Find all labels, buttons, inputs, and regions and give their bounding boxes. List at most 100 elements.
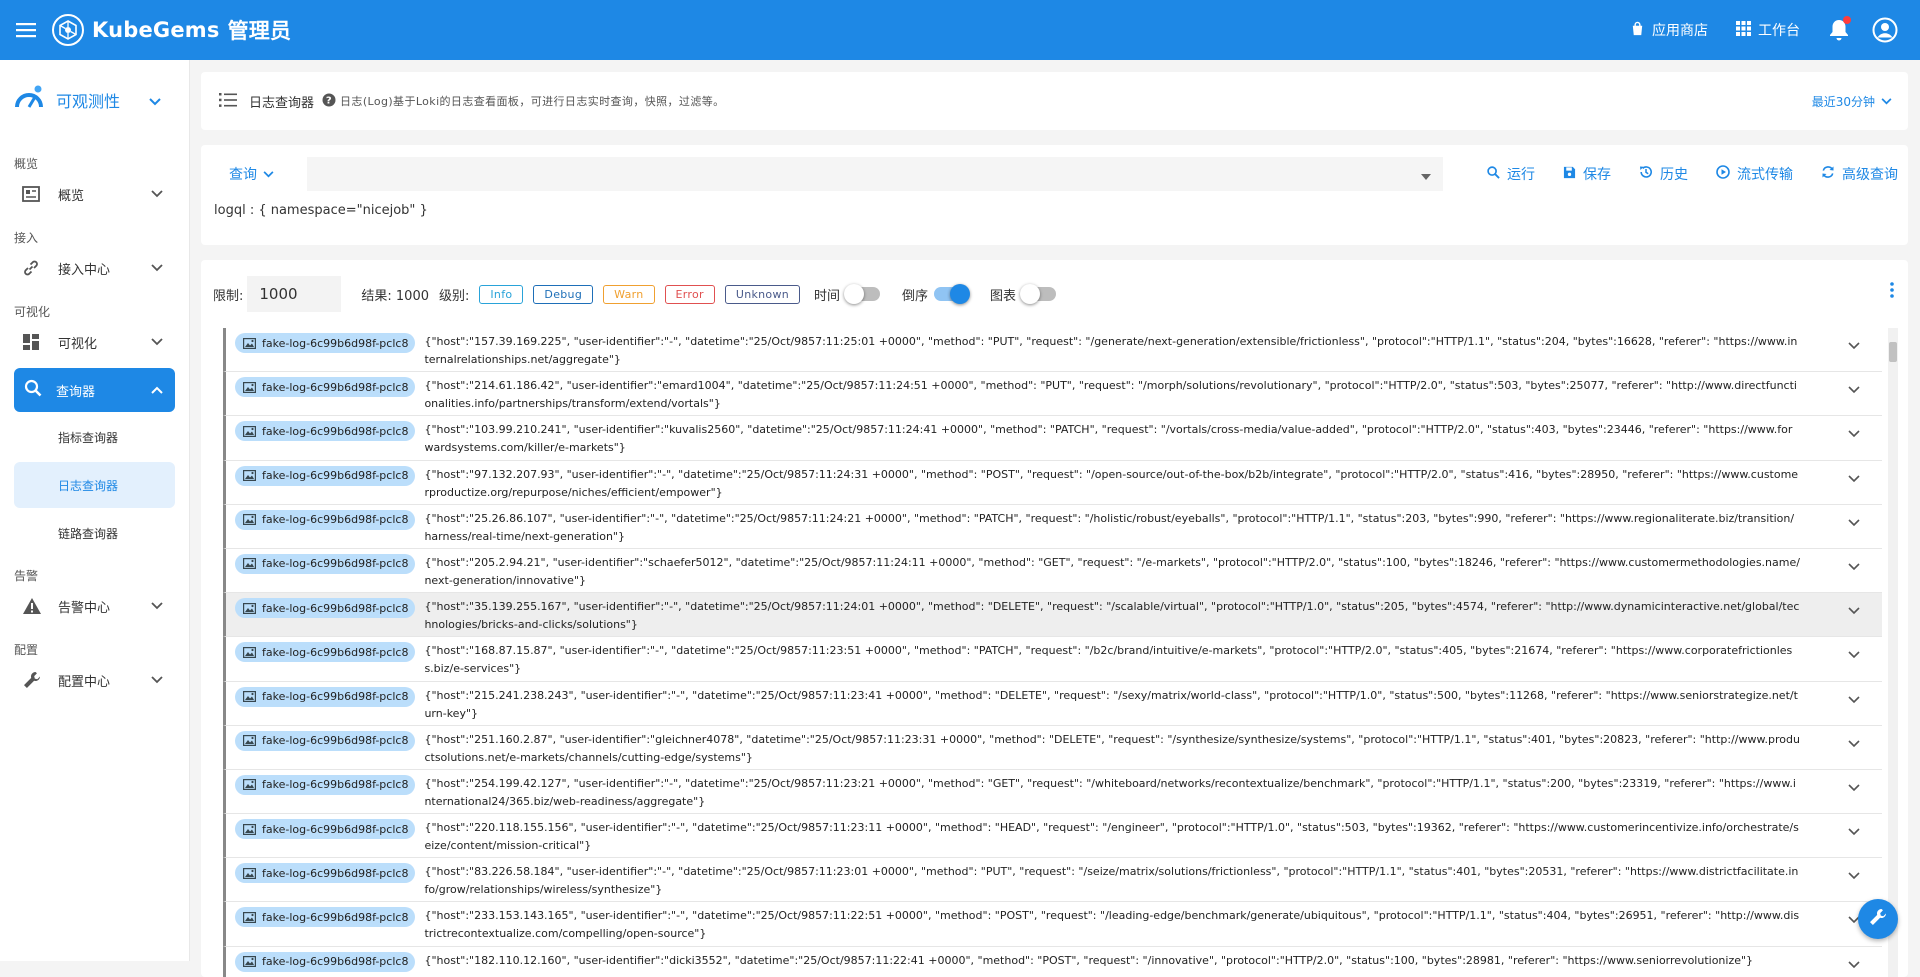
sidebar-item-access-center[interactable]: 接入中心	[0, 248, 189, 288]
level-tag-info[interactable]: Info	[479, 284, 524, 304]
sidebar-item-metric-query[interactable]: 指标查询器	[0, 412, 189, 462]
dropdown-arrow-icon[interactable]	[1421, 165, 1431, 184]
chevron-down-icon[interactable]	[1848, 695, 1860, 704]
log-row[interactable]: fake-log-6c99b6d98f-pclc8 {"host":"35.139…	[223, 593, 1882, 638]
log-row[interactable]: fake-log-6c99b6d98f-pclc8 {"host":"157.39…	[223, 328, 1882, 373]
pod-chip[interactable]: fake-log-6c99b6d98f-pclc8	[235, 907, 416, 928]
level-tag-debug[interactable]: Debug	[533, 284, 594, 304]
chevron-down-icon[interactable]	[1848, 474, 1860, 483]
chevron-down-icon	[149, 91, 161, 110]
chevron-down-icon[interactable]	[1848, 651, 1860, 659]
result-count: 结果: 1000	[361, 288, 429, 304]
chevron-down-icon	[151, 190, 163, 198]
sidebar-group-query[interactable]: 查询器	[14, 368, 175, 412]
list-icon	[219, 92, 237, 111]
pod-chip[interactable]: fake-log-6c99b6d98f-pclc8	[235, 642, 416, 663]
log-row[interactable]: fake-log-6c99b6d98f-pclc8 {"host":"233.15…	[223, 902, 1882, 947]
time-toggle[interactable]	[844, 284, 881, 304]
log-row[interactable]: fake-log-6c99b6d98f-pclc8 {"host":"215.24…	[223, 681, 1882, 726]
time-range-selector[interactable]: 最近30分钟	[1812, 93, 1892, 110]
pod-chip[interactable]: fake-log-6c99b6d98f-pclc8	[235, 686, 416, 707]
level-tag-error[interactable]: Error	[664, 284, 715, 304]
module-switcher[interactable]: 可观测性	[0, 60, 189, 140]
chevron-down-icon[interactable]	[1848, 342, 1860, 350]
stream-button[interactable]: 流式传输	[1716, 164, 1793, 184]
log-row[interactable]: fake-log-6c99b6d98f-pclc8 {"host":"182.11…	[223, 946, 1882, 977]
pod-chip[interactable]: fake-log-6c99b6d98f-pclc8	[235, 421, 416, 442]
pod-chip[interactable]: fake-log-6c99b6d98f-pclc8	[235, 553, 416, 574]
chevron-down-icon[interactable]	[1848, 607, 1860, 615]
log-row[interactable]: fake-log-6c99b6d98f-pclc8 {"host":"251.16…	[223, 725, 1882, 770]
save-button[interactable]: 保存	[1563, 164, 1611, 184]
log-message: {"host":"254.199.42.127", "user-identifi…	[424, 776, 1796, 808]
app-store-link[interactable]: 应用商店	[1630, 20, 1708, 40]
user-avatar-icon[interactable]	[1872, 17, 1898, 43]
log-row[interactable]: fake-log-6c99b6d98f-pclc8 {"host":"103.99…	[223, 416, 1882, 461]
chevron-down-icon[interactable]	[1848, 740, 1860, 748]
chevron-down-icon[interactable]	[1848, 784, 1860, 792]
pod-chip[interactable]: fake-log-6c99b6d98f-pclc8	[235, 951, 416, 972]
menu-icon[interactable]	[0, 0, 52, 60]
chevron-down-icon[interactable]	[1848, 828, 1860, 836]
query-input[interactable]	[307, 157, 1443, 191]
chevron-down-icon[interactable]	[1848, 872, 1860, 880]
chevron-down-icon[interactable]	[1848, 386, 1860, 394]
image-icon	[243, 602, 256, 614]
search-icon	[1487, 165, 1500, 183]
level-tag-warn[interactable]: Warn	[603, 284, 655, 304]
reverse-toggle[interactable]	[934, 284, 971, 304]
pod-chip[interactable]: fake-log-6c99b6d98f-pclc8	[235, 730, 416, 751]
log-message: {"host":"251.160.2.87", "user-identifier…	[424, 732, 1800, 764]
log-message: {"host":"220.118.155.156", "user-identif…	[424, 821, 1799, 853]
pod-chip[interactable]: fake-log-6c99b6d98f-pclc8	[235, 509, 416, 530]
chevron-down-icon[interactable]	[1848, 563, 1860, 571]
workspace-link[interactable]: 工作台	[1736, 20, 1800, 40]
limit-input[interactable]: 1000	[247, 276, 342, 312]
log-row[interactable]: fake-log-6c99b6d98f-pclc8 {"host":"254.19…	[223, 769, 1882, 815]
notification-bell-icon[interactable]	[1828, 16, 1851, 42]
log-row[interactable]: fake-log-6c99b6d98f-pclc8 {"host":"220.11…	[223, 814, 1882, 859]
pod-chip[interactable]: fake-log-6c99b6d98f-pclc8	[235, 819, 416, 840]
log-row[interactable]: fake-log-6c99b6d98f-pclc8 {"host":"97.132…	[223, 460, 1882, 505]
pod-chip[interactable]: fake-log-6c99b6d98f-pclc8	[235, 774, 416, 795]
sidebar-item-log-query[interactable]: 日志查询器	[14, 462, 175, 508]
log-list-scrollbar[interactable]	[1888, 328, 1898, 977]
app-logo[interactable]: KubeGems 管理员	[52, 14, 291, 46]
more-vert-icon[interactable]	[1890, 282, 1894, 302]
chevron-down-icon[interactable]	[1848, 961, 1860, 969]
pod-chip[interactable]: fake-log-6c99b6d98f-pclc8	[235, 598, 416, 619]
pod-chip[interactable]: fake-log-6c99b6d98f-pclc8	[235, 465, 416, 486]
log-row[interactable]: fake-log-6c99b6d98f-pclc8 {"host":"205.2.…	[223, 548, 1882, 594]
sidebar-item-alert-center[interactable]: 告警中心	[0, 586, 189, 626]
history-button[interactable]: 历史	[1639, 164, 1688, 184]
sidebar-item-config-center[interactable]: 配置中心	[0, 660, 189, 700]
chevron-down-icon[interactable]	[1848, 430, 1860, 438]
advanced-query-button[interactable]: 高级查询	[1821, 164, 1898, 184]
log-row[interactable]: fake-log-6c99b6d98f-pclc8 {"host":"25.26.…	[223, 504, 1882, 549]
pod-chip[interactable]: fake-log-6c99b6d98f-pclc8	[235, 377, 416, 398]
advanced-query-label: 高级查询	[1842, 167, 1898, 183]
chevron-down-icon[interactable]	[1848, 519, 1860, 527]
help-icon: ?	[322, 93, 336, 110]
image-icon	[243, 381, 256, 393]
sidebar-item-trace-query[interactable]: 链路查询器	[0, 508, 189, 558]
scrollbar-thumb[interactable]	[1889, 342, 1897, 362]
image-icon	[243, 514, 256, 526]
chart-toggle[interactable]	[1020, 284, 1057, 304]
query-mode-dropdown[interactable]: 查询	[213, 164, 297, 184]
run-button[interactable]: 运行	[1487, 164, 1535, 184]
log-row[interactable]: fake-log-6c99b6d98f-pclc8 {"host":"83.226…	[223, 858, 1882, 903]
wrench-fab-button[interactable]	[1858, 899, 1898, 939]
pod-chip[interactable]: fake-log-6c99b6d98f-pclc8	[235, 333, 416, 353]
log-row[interactable]: fake-log-6c99b6d98f-pclc8 {"host":"168.87…	[223, 637, 1882, 682]
history-icon	[1639, 165, 1653, 183]
image-icon	[243, 735, 256, 747]
pod-chip[interactable]: fake-log-6c99b6d98f-pclc8	[235, 863, 416, 884]
limit-label: 限制:	[213, 288, 244, 304]
level-tag-unknown[interactable]: Unknown	[724, 284, 801, 304]
sidebar-item-overview[interactable]: 概览	[0, 174, 189, 214]
log-row[interactable]: fake-log-6c99b6d98f-pclc8 {"host":"214.61…	[223, 372, 1882, 417]
reverse-toggle-label: 倒序	[902, 288, 929, 304]
chevron-down-icon	[151, 676, 163, 684]
sidebar-item-visualization[interactable]: 可视化	[0, 322, 189, 362]
